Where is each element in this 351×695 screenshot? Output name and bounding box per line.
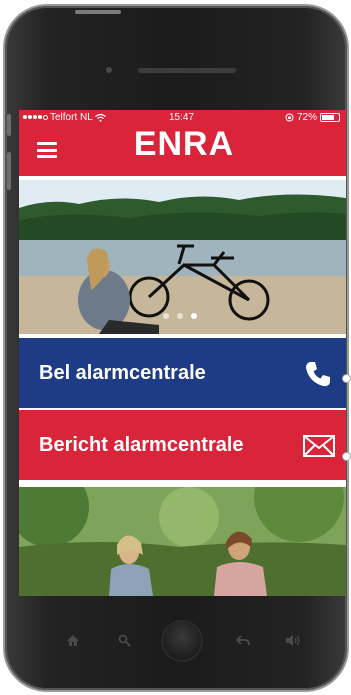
status-time: 15:47	[169, 112, 195, 123]
battery-info: 72%	[285, 112, 340, 123]
message-alarm-center-button[interactable]: Bericht alarmcentrale	[19, 410, 346, 480]
volume-icon[interactable]	[285, 634, 301, 647]
hero-photo	[19, 180, 346, 334]
phone-icon	[306, 362, 330, 387]
carousel-pager	[163, 313, 197, 319]
hamburger-menu-icon[interactable]	[37, 142, 57, 158]
message-alarm-center-label: Bericht alarmcentrale	[39, 433, 244, 456]
home-button[interactable]	[163, 622, 201, 660]
app-logo: ENRA	[133, 125, 235, 163]
call-alarm-center-label: Bel alarmcentrale	[39, 361, 206, 384]
promo-photo[interactable]	[19, 487, 346, 596]
carrier-name: Telfort NL	[50, 112, 93, 123]
carrier-info: Telfort NL	[23, 112, 106, 123]
mute-switch	[7, 114, 11, 136]
home-icon[interactable]	[66, 634, 80, 647]
volume-up-button	[7, 152, 11, 190]
promo-photo-image	[19, 487, 346, 596]
edge-dot	[342, 374, 351, 383]
envelope-icon	[303, 435, 335, 457]
edge-dot	[342, 452, 351, 461]
search-icon[interactable]	[118, 634, 131, 647]
earpiece-speaker	[138, 68, 236, 73]
call-alarm-center-button[interactable]: Bel alarmcentrale	[19, 338, 346, 408]
phone-screen: Telfort NL 15:47 72% ENRA Bel alarmcentr…	[19, 110, 346, 596]
hero-carousel[interactable]	[19, 180, 346, 334]
pager-dot[interactable]	[163, 313, 169, 319]
pager-dot-active[interactable]	[191, 313, 197, 319]
battery-percentage: 72%	[296, 112, 317, 123]
front-camera	[106, 67, 112, 73]
rotation-lock-icon	[285, 113, 294, 122]
back-icon[interactable]	[236, 634, 250, 647]
power-button	[75, 10, 121, 14]
battery-icon	[320, 113, 340, 122]
status-bar: Telfort NL 15:47 72%	[19, 110, 346, 126]
app-header: Telfort NL 15:47 72% ENRA	[19, 110, 346, 176]
wifi-icon	[94, 113, 106, 122]
signal-strength-icon	[23, 115, 48, 120]
battery-level-fill	[322, 115, 334, 120]
pager-dot[interactable]	[177, 313, 183, 319]
